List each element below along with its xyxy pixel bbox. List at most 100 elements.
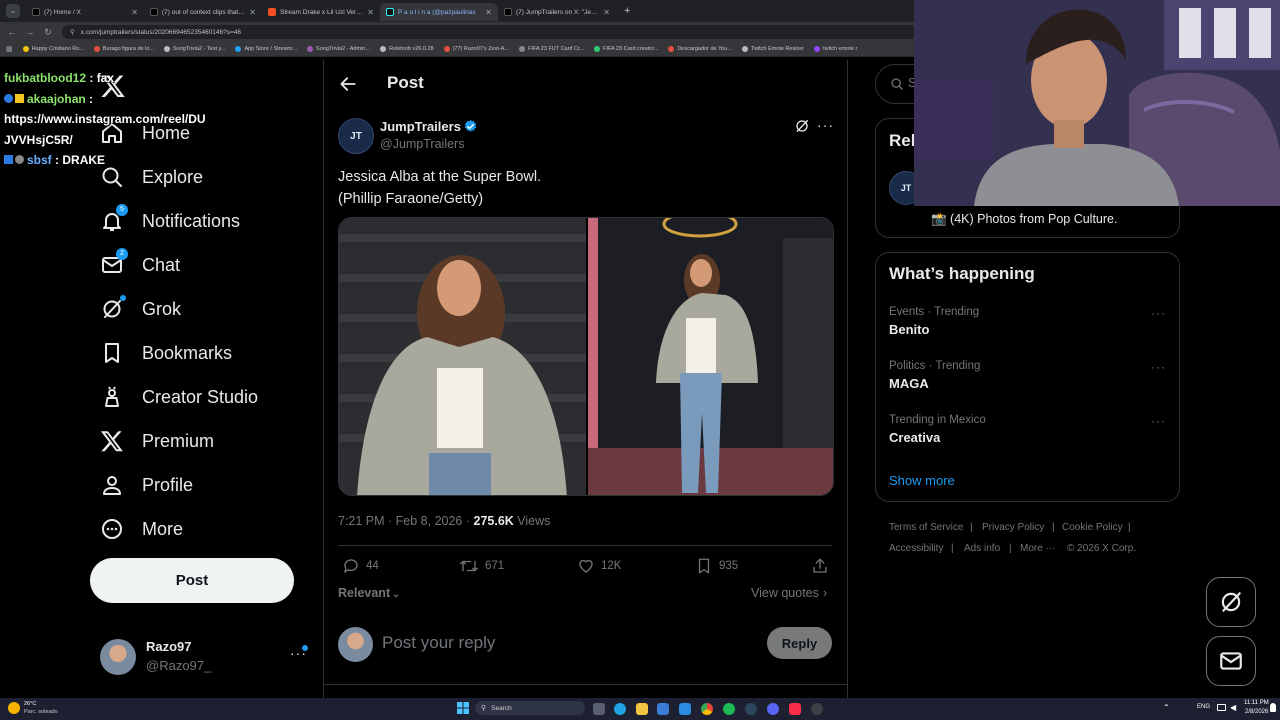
bookmark-item[interactable]: Burago figura de lo... xyxy=(93,46,154,52)
grok-fab-button[interactable] xyxy=(1206,577,1256,627)
bookmark-item[interactable]: twitch emote r xyxy=(814,46,857,52)
nav-grok[interactable]: Grok xyxy=(100,289,181,329)
store-icon[interactable] xyxy=(657,703,669,715)
repost-action[interactable]: 671 xyxy=(459,556,504,576)
explorer-icon[interactable] xyxy=(636,703,648,715)
account-switcher[interactable]: Razo97 @Razo97_ ··· xyxy=(100,637,314,677)
weather-temp: 26°C xyxy=(24,701,37,707)
view-quotes-link[interactable]: View quotes › xyxy=(751,586,827,600)
trend-more-icon[interactable]: ··· xyxy=(1151,414,1166,428)
bookmark-item[interactable]: SongTrivia2 - Test y... xyxy=(163,46,225,52)
bookmark-item[interactable]: SongTrivia2 - Admin... xyxy=(307,46,370,52)
network-icon[interactable] xyxy=(1217,704,1226,711)
show-more-link[interactable]: Show more xyxy=(889,473,955,488)
nav-more[interactable]: More xyxy=(100,509,183,549)
close-tab-icon[interactable]: ✕ xyxy=(131,8,138,17)
clock-time[interactable]: 11:11 PM xyxy=(1244,700,1269,706)
reload-icon[interactable]: ↻ xyxy=(42,26,54,38)
windows-start-icon[interactable] xyxy=(457,702,469,714)
bookmark-item[interactable]: (77) Razo97's Zest-A... xyxy=(443,46,509,52)
tweet-more-icon[interactable]: ··· xyxy=(817,117,834,133)
back-arrow-icon[interactable]: ← xyxy=(6,26,18,38)
trend-more-icon[interactable]: ··· xyxy=(1151,360,1166,374)
footer-ads-link[interactable]: Ads info xyxy=(964,543,1000,554)
language-indicator[interactable]: ENG xyxy=(1197,704,1210,710)
like-action[interactable]: 12K xyxy=(577,556,621,576)
task-view-icon[interactable] xyxy=(593,703,605,715)
trend-more-icon[interactable]: ··· xyxy=(1151,306,1166,320)
reply-action[interactable]: 44 xyxy=(342,556,379,576)
site-info-icon[interactable]: ⚲ xyxy=(70,28,75,36)
close-tab-icon[interactable]: ✕ xyxy=(603,8,610,17)
chrome-icon[interactable] xyxy=(701,703,713,715)
trend-item[interactable]: Trending in Mexico Creativa xyxy=(889,414,986,445)
nav-notifications[interactable]: 5 Notifications xyxy=(100,201,240,241)
steam-icon[interactable] xyxy=(745,703,757,715)
tweet-photo[interactable] xyxy=(588,218,833,495)
spotify-icon[interactable] xyxy=(723,703,735,715)
clock-date[interactable]: 2/8/2026 xyxy=(1245,709,1268,715)
bookmark-item[interactable]: Reletoob v26.0.28 xyxy=(379,46,434,52)
nav-chat[interactable]: 2 Chat xyxy=(100,245,180,285)
bookmark-item[interactable]: Descargador de You... xyxy=(668,46,732,52)
browser-tab[interactable]: (7) out of context clips that go ✕ xyxy=(144,3,262,21)
grok-icon xyxy=(100,295,126,321)
messages-fab-button[interactable] xyxy=(1206,636,1256,686)
music-icon[interactable] xyxy=(789,703,801,715)
nav-bookmarks[interactable]: Bookmarks xyxy=(100,333,232,373)
bookmark-item[interactable]: App Store / Streami... xyxy=(235,46,297,52)
forward-arrow-icon[interactable]: → xyxy=(24,26,36,38)
bookmark-item[interactable]: FIFA 23 FUT Card Cr... xyxy=(518,46,584,52)
tweet-media[interactable] xyxy=(338,217,834,496)
new-tab-icon[interactable]: + xyxy=(624,5,630,17)
volume-icon[interactable]: ◀ xyxy=(1230,703,1236,712)
nav-profile[interactable]: Profile xyxy=(100,465,193,505)
back-button[interactable] xyxy=(338,74,358,94)
browser-tab[interactable]: Stream Drake x Lil Uzi Vert - Al ✕ xyxy=(262,3,380,21)
tray-chevron-icon[interactable]: ⌃ xyxy=(1163,703,1170,712)
bookmark-favicon-icon xyxy=(741,46,748,52)
reply-button[interactable]: Reply xyxy=(767,627,832,659)
author-name[interactable]: JumpTrailers xyxy=(380,119,461,134)
reply-input[interactable]: Post your reply xyxy=(382,633,752,653)
bookmark-item[interactable]: FIFA 23 Card creator... xyxy=(594,46,658,52)
tweet-photo[interactable] xyxy=(339,218,586,495)
browser-tab[interactable]: (7) Home / X ✕ xyxy=(26,3,144,21)
obs-icon[interactable] xyxy=(811,703,823,715)
tab-search-icon[interactable]: ⌄ xyxy=(6,4,20,18)
footer-privacy-link[interactable]: Privacy Policy xyxy=(982,522,1044,533)
apps-grid-icon[interactable]: ▦ xyxy=(6,45,13,53)
taskbar-search-box[interactable]: ⚲ Search xyxy=(475,701,585,715)
notification-bell-icon[interactable] xyxy=(1270,703,1276,712)
trend-item[interactable]: Politics · Trending MAGA xyxy=(889,360,980,391)
bookmark-favicon-icon xyxy=(814,46,821,52)
bookmark-item[interactable]: Twitch Emote Resizer xyxy=(741,46,804,52)
close-tab-icon[interactable]: ✕ xyxy=(367,8,374,17)
bookmark-item[interactable]: Happy Cristiano Ro... xyxy=(22,46,84,52)
edge-icon[interactable] xyxy=(614,703,626,715)
footer-copyright: © 2026 X Corp. xyxy=(1067,543,1137,554)
browser-tab-active[interactable]: P a u l i n a (@pazpaulinas ✕ xyxy=(380,3,498,21)
discord-icon[interactable] xyxy=(767,703,779,715)
photo-illustration xyxy=(588,218,833,495)
url-field[interactable]: ⚲ x.com/jumptrailers/status/2020669465235… xyxy=(62,25,942,39)
footer-accessibility-link[interactable]: Accessibility xyxy=(889,543,943,554)
author-avatar[interactable]: JT xyxy=(338,118,374,154)
share-icon xyxy=(813,558,827,573)
footer-more-link[interactable]: More ··· xyxy=(1020,543,1056,554)
sort-replies-dropdown[interactable]: Relevant ⌄ xyxy=(338,586,400,600)
nav-creator-studio[interactable]: Creator Studio xyxy=(100,377,258,417)
bookmark-action[interactable]: 935 xyxy=(695,556,738,576)
post-button[interactable]: Post xyxy=(90,558,294,603)
close-tab-icon[interactable]: ✕ xyxy=(485,8,492,17)
close-tab-icon[interactable]: ✕ xyxy=(249,8,256,17)
share-action[interactable] xyxy=(811,556,829,576)
trend-item[interactable]: Events · Trending Benito xyxy=(889,306,979,337)
grok-explain-icon[interactable] xyxy=(794,118,810,134)
mail-app-icon[interactable] xyxy=(679,703,691,715)
footer-cookie-link[interactable]: Cookie Policy xyxy=(1062,522,1123,533)
browser-tab[interactable]: (7) JumpTrailers on X: "Jessica A✕ xyxy=(498,3,616,21)
footer-terms-link[interactable]: Terms of Service xyxy=(889,522,963,533)
chevron-down-icon: ⌄ xyxy=(392,589,400,599)
nav-premium[interactable]: Premium xyxy=(100,421,214,461)
